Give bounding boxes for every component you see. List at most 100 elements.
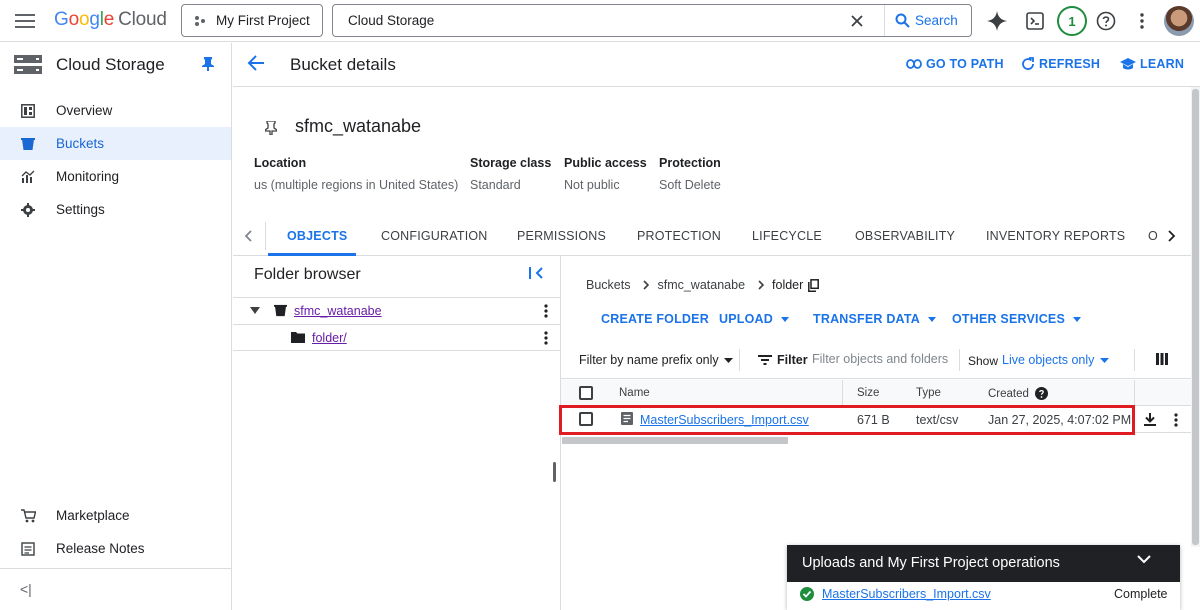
folder-browser-panel: Folder browser sfmc_watanabe folder/ <box>233 256 561 610</box>
tab-observability[interactable]: OBSERVABILITY <box>855 229 955 243</box>
more-vert-icon[interactable] <box>544 304 548 318</box>
breadcrumb-chevron-icon <box>753 280 765 290</box>
tab-protection[interactable]: PROTECTION <box>637 229 721 243</box>
sidebar-item-buckets[interactable]: Buckets <box>0 127 231 160</box>
panel-resize-handle[interactable] <box>553 462 556 482</box>
sidebar: Cloud Storage Overview Buckets Monitorin… <box>0 43 232 610</box>
tab-configuration[interactable]: CONFIGURATION <box>381 229 488 243</box>
refresh-button[interactable]: REFRESH <box>1021 57 1100 71</box>
cloud-shell-icon[interactable] <box>1023 9 1047 33</box>
learn-button[interactable]: LEARN <box>1120 57 1184 71</box>
show-live-objects-select[interactable]: Live objects only <box>1002 353 1110 367</box>
notifications-badge[interactable]: 1 <box>1057 6 1087 36</box>
protection-label: Protection <box>659 156 721 170</box>
gemini-sparkle-icon[interactable] <box>985 9 1009 33</box>
more-vert-icon[interactable] <box>1130 9 1154 33</box>
chevron-down-icon[interactable] <box>1137 555 1151 564</box>
upload-button[interactable]: UPLOAD <box>719 312 789 326</box>
clear-search-icon[interactable] <box>847 11 867 31</box>
other-services-button[interactable]: OTHER SERVICES <box>952 312 1082 326</box>
operation-status: Complete <box>1114 587 1168 601</box>
filter-bar: Filter by name prefix only Filter Show L… <box>561 341 1191 379</box>
top-bar: GoogleCloud My First Project Search 1 <box>0 0 1200 42</box>
sidebar-item-release-notes[interactable]: Release Notes <box>0 532 231 565</box>
refresh-icon <box>1022 57 1034 70</box>
collapse-panel-icon[interactable] <box>529 267 543 279</box>
tree-item-bucket[interactable]: sfmc_watanabe <box>233 297 560 324</box>
column-header-size[interactable]: Size <box>857 387 879 399</box>
column-display-icon[interactable] <box>1156 353 1168 365</box>
breadcrumb-current: folder <box>772 278 804 292</box>
dropdown-caret-icon <box>1073 316 1082 322</box>
column-header-name[interactable]: Name <box>619 387 650 399</box>
column-separator <box>842 380 843 406</box>
project-selector-button[interactable]: My First Project <box>181 4 323 37</box>
column-header-type[interactable]: Type <box>916 387 941 399</box>
help-icon[interactable] <box>1034 387 1048 400</box>
filter-prefix-select[interactable]: Filter by name prefix only <box>579 353 733 367</box>
operations-panel-header[interactable]: Uploads and My First Project operations <box>787 545 1180 582</box>
bucket-name: sfmc_watanabe <box>295 116 422 136</box>
bucket-icon <box>20 136 36 152</box>
breadcrumb: Buckets sfmc_watanabe folder <box>586 278 820 292</box>
search-input[interactable] <box>333 5 843 36</box>
bucket-icon <box>274 304 287 317</box>
tree-item-folder[interactable]: folder/ <box>233 324 560 351</box>
sidebar-item-monitoring[interactable]: Monitoring <box>0 160 231 193</box>
tree-bucket-link[interactable]: sfmc_watanabe <box>294 304 382 318</box>
copy-icon[interactable] <box>803 278 820 292</box>
project-dots-icon <box>194 15 206 27</box>
project-label: My First Project <box>216 13 310 28</box>
main-menu-icon[interactable] <box>12 8 38 34</box>
help-icon[interactable] <box>1094 9 1118 33</box>
tab-scroll-right-icon[interactable] <box>1162 226 1182 246</box>
breadcrumb-bucket[interactable]: sfmc_watanabe <box>657 278 745 292</box>
select-all-checkbox[interactable] <box>579 386 593 400</box>
filter-label: Filter <box>758 353 808 367</box>
sidebar-item-marketplace[interactable]: Marketplace <box>0 499 231 532</box>
pin-icon[interactable] <box>202 57 214 71</box>
go-to-path-button[interactable]: GO TO PATH <box>906 57 1004 71</box>
dropdown-caret-icon <box>928 316 936 322</box>
back-arrow-icon[interactable] <box>247 55 265 71</box>
product-title: Cloud Storage <box>56 55 165 74</box>
horizontal-scrollbar[interactable] <box>562 437 788 444</box>
sidebar-item-settings[interactable]: Settings <box>0 193 231 226</box>
page-scrollbar-thumb[interactable] <box>1192 89 1199 545</box>
download-icon[interactable] <box>1144 413 1156 426</box>
create-folder-button[interactable]: CREATE FOLDER <box>601 312 709 326</box>
tab-lifecycle[interactable]: LIFECYCLE <box>752 229 822 243</box>
collapse-sidebar-icon[interactable]: <| <box>20 581 32 597</box>
release-notes-icon <box>20 541 36 557</box>
tab-divider <box>265 222 266 250</box>
more-vert-icon[interactable] <box>544 331 548 345</box>
column-header-created[interactable]: Created <box>988 387 1048 400</box>
tab-inventory-reports[interactable]: INVENTORY REPORTS <box>986 229 1125 243</box>
tab-objects[interactable]: OBJECTS <box>287 229 347 243</box>
filter-divider <box>739 349 740 371</box>
google-cloud-logo[interactable]: Google Cloud <box>54 8 167 32</box>
table-header: Name Size Type Created <box>561 380 1134 406</box>
breadcrumb-buckets[interactable]: Buckets <box>586 278 630 292</box>
search-button[interactable]: Search <box>884 5 972 36</box>
pin-icon[interactable] <box>265 121 277 135</box>
tab-permissions[interactable]: PERMISSIONS <box>517 229 606 243</box>
tab-scroll-left-icon[interactable] <box>238 226 258 246</box>
page-scrollbar[interactable] <box>1191 87 1200 547</box>
filter-divider <box>1134 349 1135 371</box>
tree-folder-link[interactable]: folder/ <box>312 331 347 345</box>
check-circle-icon <box>800 587 814 601</box>
page-title: Bucket details <box>290 55 396 74</box>
transfer-data-button[interactable]: TRANSFER DATA <box>813 312 936 326</box>
cart-icon <box>20 508 36 524</box>
sidebar-item-overview[interactable]: Overview <box>0 94 231 127</box>
expand-triangle-icon[interactable] <box>250 307 260 314</box>
cloud-storage-icon <box>14 55 42 75</box>
gear-icon <box>20 202 36 218</box>
operation-file-link[interactable]: MasterSubscribers_Import.csv <box>822 587 991 601</box>
more-vert-icon[interactable] <box>1174 413 1178 427</box>
filter-input[interactable] <box>812 345 957 373</box>
tab-overflow[interactable]: O <box>1148 229 1158 243</box>
avatar[interactable] <box>1164 6 1194 36</box>
sidebar-divider <box>0 568 231 569</box>
